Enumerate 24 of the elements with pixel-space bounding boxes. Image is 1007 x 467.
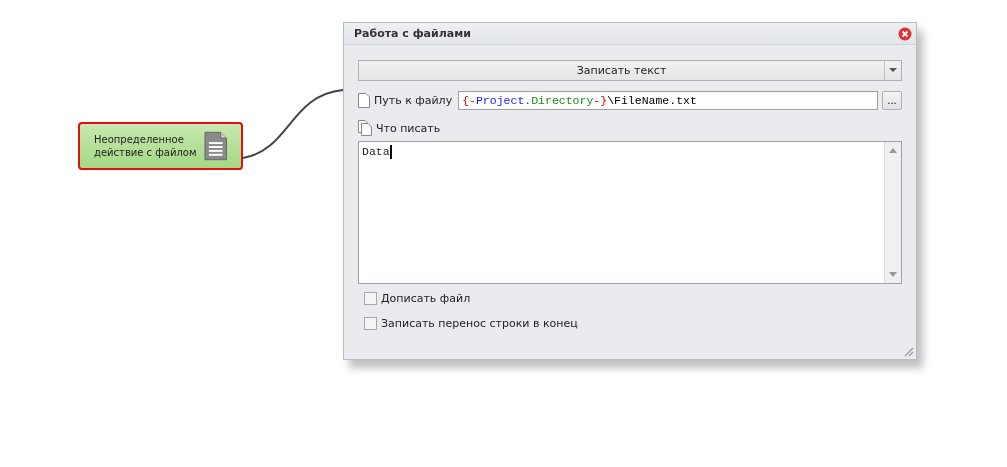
option-checkbox[interactable]: Записать перенос строки в конец xyxy=(364,317,578,330)
resize-grip-icon[interactable] xyxy=(902,345,914,357)
path-field[interactable]: {-Project.Directory-}\FileName.txt xyxy=(458,91,878,110)
path-label: Путь к файлу xyxy=(374,94,453,107)
text-value: Data xyxy=(362,145,390,158)
scroll-up-icon[interactable] xyxy=(889,148,897,153)
action-dropdown[interactable]: Записать текст xyxy=(358,60,902,81)
close-icon[interactable] xyxy=(898,26,912,41)
documents-icon xyxy=(358,120,372,136)
text-area[interactable]: Data xyxy=(358,141,902,284)
checkbox[interactable] xyxy=(364,317,377,330)
option-checkbox[interactable]: Дописать файл xyxy=(364,292,471,305)
scroll-down-icon[interactable] xyxy=(889,272,897,277)
checkbox[interactable] xyxy=(364,292,377,305)
scrollbar[interactable] xyxy=(884,142,901,283)
text-cursor xyxy=(389,145,392,159)
file-icon xyxy=(358,93,370,108)
window-title: Работа с файлами xyxy=(354,27,471,40)
dropdown-value: Записать текст xyxy=(575,64,668,77)
browse-button[interactable]: ... xyxy=(882,91,902,110)
node-label: Неопределенное действие с файлом xyxy=(94,133,198,159)
action-node[interactable]: Неопределенное действие с файлом xyxy=(78,122,243,170)
document-icon xyxy=(203,131,227,161)
content-label: Что писать xyxy=(376,121,441,135)
